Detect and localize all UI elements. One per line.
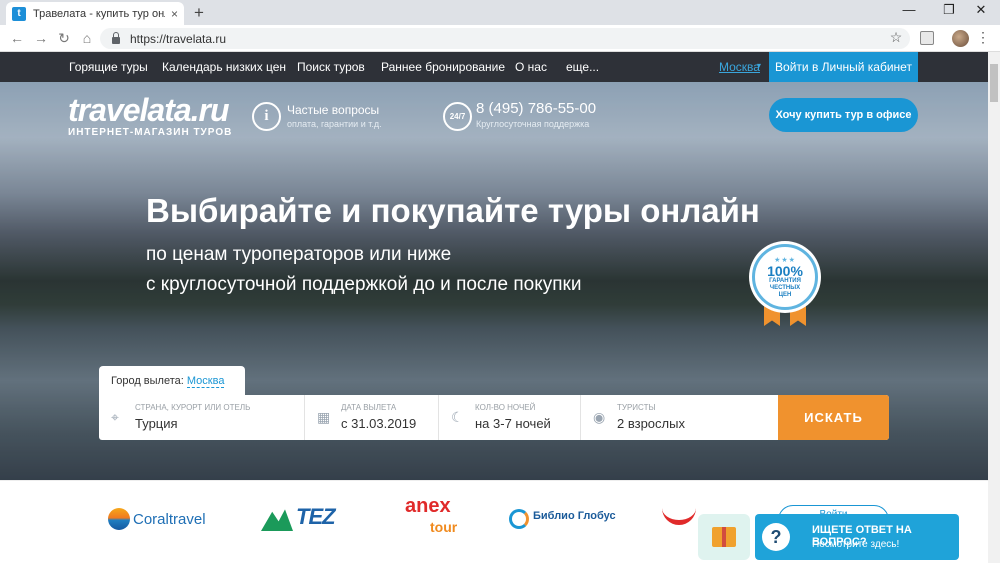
login-button[interactable]: Войти в Личный кабинет (769, 52, 918, 82)
tab-title: Травелата - купить тур онлайн (33, 7, 165, 20)
nav-link-about[interactable]: О нас (515, 60, 547, 74)
nav-link-hot-tours[interactable]: Горящие туры (69, 60, 148, 74)
partner-tez-tour[interactable]: TEZ (296, 504, 336, 530)
close-window-button[interactable]: ✕ (966, 2, 996, 18)
browser-tab[interactable]: t Травелата - купить тур онлайн × (6, 2, 184, 25)
destination-field[interactable]: ⌖ СТРАНА, КУРОРТ ИЛИ ОТЕЛЬ Турция (99, 395, 305, 440)
departure-city-tab: Город вылета: Москва (99, 366, 245, 395)
tour-search-form: ⌖ СТРАНА, КУРОРТ ИЛИ ОТЕЛЬ Турция ▦ ДАТА… (99, 395, 889, 440)
calendar-icon: ▦ (317, 409, 331, 425)
url-text[interactable]: https://travelata.ru (130, 32, 226, 46)
badge-text-line-2: ЧЕСТНЫХ (769, 284, 801, 291)
moon-icon: ☾ (451, 409, 464, 425)
tourists-field[interactable]: ◉ ТУРИСТЫ 2 взрослых (581, 395, 778, 440)
tui-logo-icon[interactable] (662, 505, 696, 525)
destination-value[interactable]: Турция (135, 416, 178, 431)
question-icon: ? (762, 523, 790, 551)
page-scrollbar[interactable] (988, 52, 1000, 563)
chat-widget-subtitle: Посмотрите здесь! (812, 539, 900, 550)
new-tab-button[interactable]: + (190, 3, 208, 23)
site-logo[interactable]: travelata.ru ИНТЕРНЕТ-МАГАЗИН ТУРОВ (68, 94, 232, 138)
partner-biblio-globus[interactable]: Библио Глобус (533, 510, 616, 522)
city-selector[interactable]: Москва (719, 60, 760, 74)
departure-date-label: ДАТА ВЫЛЕТА (341, 403, 397, 412)
address-bar[interactable]: https://travelata.ru ☆ (100, 28, 910, 49)
nights-value[interactable]: на 3-7 ночей (475, 416, 551, 431)
nights-label: КОЛ-ВО НОЧЕЙ (475, 403, 536, 412)
tab-close-icon[interactable]: × (171, 7, 178, 21)
phone-number[interactable]: 8 (495) 786-55-00 (476, 100, 596, 117)
browser-tabbar: t Травелата - купить тур онлайн × + — ❐ … (0, 0, 1000, 25)
profile-avatar[interactable] (952, 30, 969, 47)
minimize-button[interactable]: — (894, 2, 924, 17)
hero-section: travelata.ru ИНТЕРНЕТ-МАГАЗИН ТУРОВ i Ча… (0, 82, 988, 480)
browser-toolbar: ← → ↻ ⌂ https://travelata.ru ☆ (0, 25, 1000, 52)
gift-widget[interactable] (698, 514, 750, 560)
travelata-favicon-icon: t (12, 6, 26, 21)
nights-field[interactable]: ☾ КОЛ-ВО НОЧЕЙ на 3-7 ночей (439, 395, 581, 440)
hero-subline-1: по ценам туроператоров или ниже (146, 244, 452, 265)
home-icon[interactable]: ⌂ (78, 30, 96, 46)
extension-icon[interactable] (920, 31, 934, 45)
phone-subtitle: Круглосуточная поддержка (476, 119, 590, 129)
maximize-button[interactable]: ❐ (934, 2, 964, 18)
partner-anex-tour[interactable]: anex (405, 496, 451, 516)
departure-city-label: Город вылета: (111, 375, 184, 387)
hero-subline-2: с круглосуточной поддержкой до и после п… (146, 274, 582, 295)
coral-travel-logo-icon (108, 508, 130, 530)
tourists-value[interactable]: 2 взрослых (617, 416, 685, 431)
hero-headline: Выбирайте и покупайте туры онлайн (146, 192, 760, 229)
info-icon[interactable]: i (252, 102, 281, 131)
location-pin-icon: ⌖ (111, 409, 119, 425)
destination-label: СТРАНА, КУРОРТ ИЛИ ОТЕЛЬ (135, 403, 251, 412)
faq-subtitle: оплата, гарантии и т.д. (287, 119, 382, 129)
partner-coral-travel[interactable]: Coraltravel (133, 511, 206, 528)
departure-date-value[interactable]: с 31.03.2019 (341, 416, 416, 431)
search-button[interactable]: ИСКАТЬ (778, 395, 889, 440)
partner-anex-tour-sub: tour (430, 519, 458, 535)
tourists-label: ТУРИСТЫ (617, 403, 656, 412)
tez-tour-logo-icon (261, 509, 293, 531)
faq-link[interactable]: Частые вопросы (287, 103, 379, 117)
gift-icon (712, 527, 736, 547)
departure-date-field[interactable]: ▦ ДАТА ВЫЛЕТА с 31.03.2019 (305, 395, 439, 440)
scrollbar-thumb[interactable] (990, 64, 998, 102)
departure-city-select[interactable]: Москва (186, 375, 225, 388)
logo-wordmark: travelata.ru (68, 92, 230, 128)
user-icon: ◉ (593, 409, 606, 425)
nav-link-tour-search[interactable]: Поиск туров (297, 60, 365, 74)
reload-icon[interactable]: ↻ (55, 30, 73, 47)
chevron-down-icon: ▾ (757, 61, 762, 70)
nav-link-price-calendar[interactable]: Календарь низких цен (162, 60, 286, 74)
badge-text-line-1: ГАРАНТИЯ (769, 277, 801, 284)
buy-in-office-button[interactable]: Хочу купить тур в офисе (769, 98, 918, 132)
nav-link-more[interactable]: еще... (566, 60, 599, 74)
back-icon[interactable]: ← (8, 30, 26, 46)
badge-percent: 100% (767, 262, 803, 279)
badge-text-line-3: ЦЕН (778, 291, 792, 298)
help-chat-widget[interactable]: ? ИЩЕТЕ ОТВЕТ НА ВОПРОС? Посмотрите здес… (755, 514, 959, 560)
forward-icon[interactable]: → (32, 30, 50, 46)
nav-link-early-booking[interactable]: Раннее бронирование (381, 60, 505, 74)
logo-tagline: ИНТЕРНЕТ-МАГАЗИН ТУРОВ (68, 127, 233, 138)
browser-menu-icon[interactable]: ⋮ (976, 29, 990, 45)
bookmark-star-icon[interactable]: ☆ (882, 29, 910, 46)
phone-24-7-icon: 24/7 (443, 102, 472, 131)
biblio-globus-logo-icon (509, 509, 529, 529)
page-viewport: Горящие туры Календарь низких цен Поиск … (0, 52, 988, 563)
site-top-nav: Горящие туры Календарь низких цен Поиск … (0, 52, 988, 82)
price-guarantee-badge: ★★★ 100% ГАРАНТИЯ ЧЕСТНЫХ ЦЕН (752, 244, 818, 310)
lock-icon (112, 31, 120, 44)
